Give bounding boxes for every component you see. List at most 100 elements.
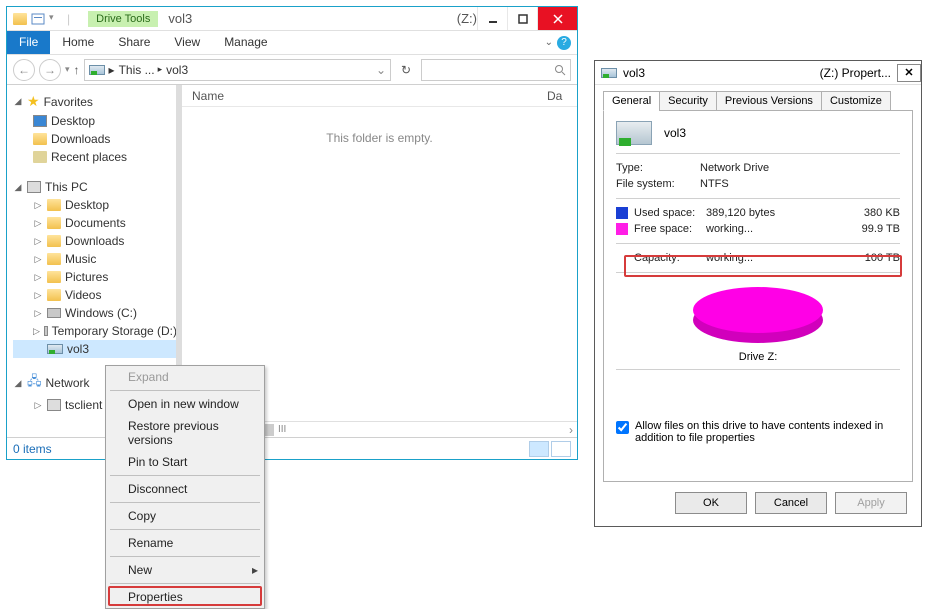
breadcrumb-root[interactable]: This ... ▸ xyxy=(119,63,163,77)
desktop-icon xyxy=(33,115,47,127)
tree-item[interactable]: ▷Documents xyxy=(13,214,179,232)
drive-tools-tab[interactable]: Drive Tools xyxy=(88,11,158,27)
maximize-button[interactable] xyxy=(507,7,537,30)
tab-security[interactable]: Security xyxy=(659,91,717,111)
ctx-copy[interactable]: Copy xyxy=(106,505,264,527)
apply-button[interactable]: Apply xyxy=(835,492,907,514)
star-icon: ★ xyxy=(27,93,40,110)
window-title: vol3 xyxy=(168,11,192,26)
tab-manage[interactable]: Manage xyxy=(212,31,279,54)
tree-item[interactable]: ▷Downloads xyxy=(13,232,179,250)
minimize-button[interactable] xyxy=(477,7,507,30)
up-button[interactable]: ↑ xyxy=(74,63,80,77)
netdrive-icon xyxy=(47,344,63,354)
dialog-title-volume: vol3 xyxy=(623,66,645,80)
ok-button[interactable]: OK xyxy=(675,492,747,514)
property-tabs: General Security Previous Versions Custo… xyxy=(595,85,921,111)
used-human: 380 KB xyxy=(802,207,900,219)
free-label: Free space: xyxy=(634,223,706,235)
folder-icon xyxy=(33,133,47,145)
cancel-button[interactable]: Cancel xyxy=(755,492,827,514)
used-swatch-icon xyxy=(616,207,628,219)
ctx-expand: Expand xyxy=(106,366,264,388)
pc-icon xyxy=(27,181,41,193)
network-icon: 🖧 xyxy=(27,372,42,394)
netdrive-icon xyxy=(89,65,105,75)
used-label: Used space: xyxy=(634,207,706,219)
folder-icon xyxy=(47,235,61,247)
context-menu: Expand Open in new window Restore previo… xyxy=(105,365,265,609)
tree-downloads[interactable]: Downloads xyxy=(13,130,179,148)
ctx-restore-versions[interactable]: Restore previous versions xyxy=(106,415,264,451)
property-body: vol3 Type:Network Drive File system:NTFS… xyxy=(603,110,913,482)
status-items: 0 items xyxy=(13,442,52,456)
tree-drive-c[interactable]: ▷Windows (C:) xyxy=(13,304,179,322)
netdrive-icon xyxy=(601,68,617,78)
search-input[interactable] xyxy=(421,59,571,81)
empty-folder-msg: This folder is empty. xyxy=(182,107,577,145)
tree-this-pc[interactable]: ◢This PC xyxy=(13,178,179,196)
free-swatch-icon xyxy=(616,223,628,235)
dialog-buttons: OK Cancel Apply xyxy=(675,492,907,514)
tab-general[interactable]: General xyxy=(603,91,660,111)
capacity-human: 100 TB xyxy=(802,252,900,264)
free-human: 99.9 TB xyxy=(802,223,900,235)
used-bytes: 389,120 bytes xyxy=(706,207,802,219)
dialog-close-button[interactable]: ✕ xyxy=(897,64,921,82)
tab-share[interactable]: Share xyxy=(106,31,162,54)
dialog-titlebar: vol3 (Z:) Propert... ✕ xyxy=(595,61,921,85)
ctx-properties[interactable]: Properties xyxy=(106,586,264,608)
tree-favorites[interactable]: ◢★Favorites xyxy=(13,91,179,112)
tree-desktop[interactable]: Desktop xyxy=(13,112,179,130)
tree-item[interactable]: ▷Videos xyxy=(13,286,179,304)
help-icon[interactable]: ? xyxy=(557,36,571,50)
column-date[interactable]: Da xyxy=(547,89,577,103)
ctx-pin-to-start[interactable]: Pin to Start xyxy=(106,451,264,473)
qat-items-icon[interactable] xyxy=(31,12,45,26)
drive-icon xyxy=(44,326,48,336)
type-value: Network Drive xyxy=(700,162,769,174)
tree-item[interactable]: ▷Desktop xyxy=(13,196,179,214)
capacity-label: Capacity: xyxy=(634,252,706,264)
tree-item[interactable]: ▷Music xyxy=(13,250,179,268)
breadcrumb-folder[interactable]: vol3 xyxy=(166,63,188,77)
history-dropdown-icon[interactable]: ▾ xyxy=(65,64,70,75)
fs-value: NTFS xyxy=(700,178,729,190)
tab-previous-versions[interactable]: Previous Versions xyxy=(716,91,822,111)
indexed-label: Allow files on this drive to have conten… xyxy=(635,420,900,444)
properties-dialog: vol3 (Z:) Propert... ✕ General Security … xyxy=(594,60,922,527)
tree-vol3[interactable]: vol3 xyxy=(13,340,179,358)
folder-icon xyxy=(13,13,27,25)
refresh-button[interactable]: ↻ xyxy=(395,59,417,81)
view-details-button[interactable] xyxy=(529,441,549,457)
drive-icon xyxy=(47,308,61,318)
tab-view[interactable]: View xyxy=(162,31,212,54)
address-input[interactable]: ▸ This ... ▸ vol3 ⌄ xyxy=(84,59,391,81)
breadcrumb-dropdown-icon[interactable]: ⌄ xyxy=(376,63,386,77)
close-button[interactable] xyxy=(537,7,577,30)
ctx-open-new-window[interactable]: Open in new window xyxy=(106,393,264,415)
view-icons-button[interactable] xyxy=(551,441,571,457)
drive-name: vol3 xyxy=(664,126,686,140)
ctx-disconnect[interactable]: Disconnect xyxy=(106,478,264,500)
ribbon-expand[interactable]: ⌄? xyxy=(539,31,577,54)
back-button[interactable]: ← xyxy=(13,59,35,81)
forward-button[interactable]: → xyxy=(39,59,61,81)
type-label: Type: xyxy=(616,162,700,174)
tree-item[interactable]: ▷Pictures xyxy=(13,268,179,286)
netdrive-icon xyxy=(616,121,652,145)
tab-customize[interactable]: Customize xyxy=(821,91,891,111)
ctx-rename[interactable]: Rename xyxy=(106,532,264,554)
qat-down-icon[interactable]: ▾ xyxy=(49,12,63,26)
folder-icon xyxy=(47,253,61,265)
search-icon xyxy=(554,64,566,76)
tree-drive-d[interactable]: ▷Temporary Storage (D:) xyxy=(13,322,179,340)
column-name[interactable]: Name xyxy=(192,89,547,103)
drive-label: Drive Z: xyxy=(616,351,900,363)
tab-file[interactable]: File xyxy=(7,31,50,54)
tree-recent[interactable]: Recent places xyxy=(13,148,179,166)
fs-label: File system: xyxy=(616,178,700,190)
indexed-checkbox[interactable] xyxy=(616,421,629,434)
ctx-new[interactable]: New xyxy=(106,559,264,581)
tab-home[interactable]: Home xyxy=(50,31,106,54)
